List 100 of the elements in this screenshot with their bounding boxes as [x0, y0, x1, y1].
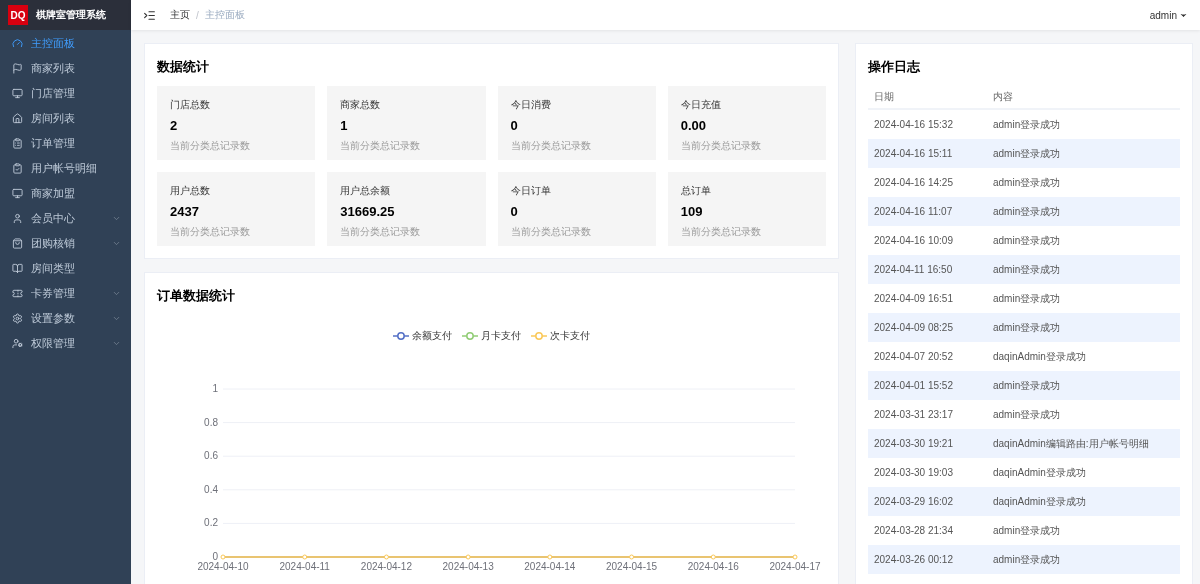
y-tick-label: 0.6 — [204, 450, 218, 462]
y-tick-label: 1 — [212, 383, 218, 394]
stat-value: 0.00 — [680, 118, 708, 133]
table-cell: admin登录成功 — [987, 284, 1180, 313]
card-title: 操作日志 — [868, 58, 921, 76]
table-cell: 2024-04-16 14:25 — [868, 168, 987, 197]
table-cell: 2024-03-29 16:02 — [868, 487, 987, 516]
y-tick-label: 0.8 — [204, 416, 218, 428]
stat-value: 109 — [680, 204, 704, 219]
y-tick-label: 0.2 — [204, 517, 218, 529]
table-cell: 2024-03-28 21:34 — [868, 516, 987, 545]
stat-note: 当前分类总记录数 — [340, 225, 422, 239]
stat-label: 商家总数 — [340, 98, 382, 112]
sidebar-item[interactable]: 主控面板 — [0, 31, 131, 56]
sidebar-item[interactable]: 设置参数 — [0, 306, 131, 331]
table-cell: admin登录成功 — [987, 168, 1180, 197]
table-cell: 2024-04-01 15:52 — [868, 371, 987, 400]
table-cell: 2024-04-07 20:52 — [868, 342, 987, 371]
x-tick-label: 2024-04-10 — [197, 561, 249, 572]
menu-icon — [12, 163, 23, 174]
sidebar-item[interactable]: 商家加盟 — [0, 181, 131, 206]
menu-icon — [12, 188, 23, 199]
stat-label: 今日充值 — [680, 98, 722, 112]
y-tick-label: 0.4 — [204, 483, 218, 495]
table-cell: 2024-04-11 16:50 — [868, 255, 987, 284]
stat-label: 用户总余额 — [340, 184, 392, 198]
menu-icon — [12, 63, 23, 74]
table-cell: daqinAdmin登录成功 — [987, 342, 1180, 371]
breadcrumb-link[interactable]: 主页 — [170, 8, 190, 22]
sidebar-item[interactable]: 团购核销 — [0, 231, 131, 256]
stat-label: 总订单 — [680, 184, 712, 198]
table-cell: 2024-04-16 15:32 — [868, 109, 987, 139]
table-cell: daqinAdmin编辑路由:用户帐号明细 — [987, 429, 1180, 458]
legend-item[interactable]: 余额支付 — [393, 329, 452, 343]
y-tick-label: 0 — [212, 551, 218, 562]
stat-value: 0 — [510, 118, 519, 133]
table-cell: admin登录成功 — [987, 545, 1180, 574]
breadcrumb-separator: / — [196, 9, 199, 21]
sidebar-item[interactable]: 商家列表 — [0, 56, 131, 81]
table-cell: admin登录成功 — [987, 400, 1180, 429]
table-cell: 2024-03-31 23:17 — [868, 400, 987, 429]
user-menu[interactable]: admin — [1149, 9, 1188, 21]
table-cell: admin登录成功 — [987, 371, 1180, 400]
menu-icon — [12, 138, 23, 149]
stat-note: 当前分类总记录数 — [510, 225, 592, 239]
table-cell: 2024-04-16 15:11 — [868, 139, 987, 168]
stat-note: 当前分类总记录数 — [510, 139, 592, 153]
table-cell: admin登录成功 — [987, 516, 1180, 545]
legend-item[interactable]: 月卡支付 — [462, 329, 521, 343]
menu-icon — [12, 113, 23, 124]
x-tick-label: 2024-04-11 — [279, 561, 330, 572]
stat-note: 当前分类总记录数 — [680, 225, 762, 239]
stat-value: 2437 — [170, 204, 200, 219]
stat-note: 当前分类总记录数 — [680, 139, 762, 153]
stat-label: 门店总数 — [170, 98, 211, 112]
stat-note: 当前分类总记录数 — [170, 225, 251, 239]
card-title: 订单数据统计 — [157, 287, 236, 305]
x-tick-label: 2024-04-16 — [687, 561, 739, 572]
menu-icon — [12, 313, 23, 324]
menu-icon — [12, 238, 23, 249]
sidebar-item[interactable]: 权限管理 — [0, 331, 131, 356]
table-cell: admin登录成功 — [987, 226, 1180, 255]
table-cell: admin登录成功 — [987, 255, 1180, 284]
sidebar-item[interactable]: 用户帐号明细 — [0, 156, 131, 181]
menu-icon — [12, 88, 23, 99]
stat-label: 用户总数 — [170, 184, 211, 198]
sidebar-item[interactable]: 门店管理 — [0, 81, 131, 106]
x-tick-label: 2024-04-17 — [769, 561, 821, 572]
sidebar-item[interactable]: 卡券管理 — [0, 281, 131, 306]
stat-value: 31669.25 — [340, 204, 396, 219]
logo: DQ — [8, 5, 28, 25]
menu-icon — [12, 213, 23, 224]
table-cell: 2024-03-26 00:12 — [868, 545, 987, 574]
menu-toggle-icon[interactable] — [143, 8, 156, 22]
stat-label: 今日订单 — [510, 184, 552, 198]
sidebar-item[interactable]: 房间列表 — [0, 106, 131, 131]
table-cell: 2024-03-30 19:21 — [868, 429, 987, 458]
sidebar-item[interactable]: 会员中心 — [0, 206, 131, 231]
sidebar-item[interactable]: 房间类型 — [0, 256, 131, 281]
x-tick-label: 2024-04-15 — [606, 561, 658, 572]
x-tick-label: 2024-04-14 — [524, 561, 576, 572]
menu-icon — [12, 38, 23, 49]
table-cell: admin登录成功 — [987, 139, 1180, 168]
stat-note: 当前分类总记录数 — [170, 139, 251, 153]
menu-icon — [12, 263, 23, 274]
sidebar-item[interactable]: 订单管理 — [0, 131, 131, 156]
table-cell: admin登录成功 — [987, 109, 1180, 139]
stat-label: 今日消费 — [510, 98, 552, 112]
table-cell: 2024-04-16 10:09 — [868, 226, 987, 255]
table-cell: 2024-04-09 08:25 — [868, 313, 987, 342]
menu-icon — [12, 338, 23, 349]
app-title: 棋牌室管理系统 — [36, 8, 106, 22]
table-cell: 2024-04-09 16:51 — [868, 284, 987, 313]
legend-item[interactable]: 次卡支付 — [531, 329, 590, 343]
stat-value: 2 — [170, 118, 179, 133]
table-cell: 2024-04-16 11:07 — [868, 197, 987, 226]
table-cell: admin登录成功 — [987, 313, 1180, 342]
card-title: 数据统计 — [157, 58, 210, 76]
table-cell: 2024-03-30 19:03 — [868, 458, 987, 487]
menu-icon — [12, 288, 23, 299]
